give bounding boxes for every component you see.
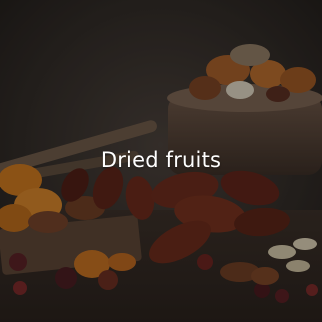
category-title: Dried fruits [100,148,222,172]
category-card-dried-fruits[interactable]: Dried fruits [0,0,322,322]
